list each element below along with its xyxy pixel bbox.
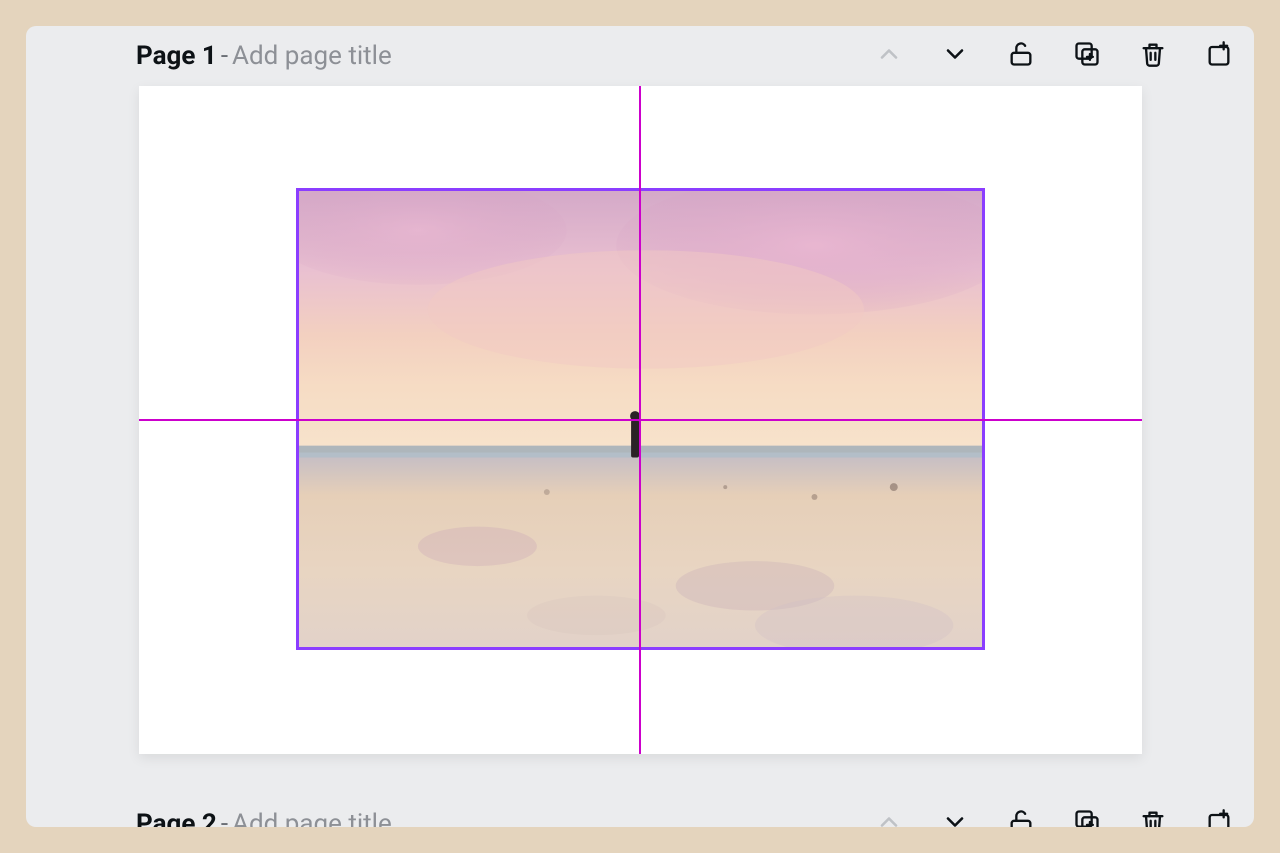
duplicate-page-button[interactable] (1070, 39, 1104, 73)
app-window: Page 1 - Add page title (26, 26, 1254, 827)
canvas-page-1[interactable] (139, 86, 1142, 754)
duplicate-icon (1073, 40, 1101, 72)
duplicate-icon (1073, 808, 1101, 827)
delete-page-button[interactable] (1136, 807, 1170, 827)
chevron-down-icon (941, 808, 969, 827)
page-title-separator: - (221, 41, 228, 71)
trash-icon (1139, 40, 1167, 72)
page-actions (872, 39, 1236, 73)
page-number-label: Page 2 (136, 809, 217, 827)
next-page-button[interactable] (938, 39, 972, 73)
unlock-icon (1007, 808, 1035, 827)
delete-page-button[interactable] (1136, 39, 1170, 73)
page-actions (872, 807, 1236, 827)
prev-page-button[interactable] (872, 39, 906, 73)
page-title-placeholder: Add page title (232, 41, 392, 71)
chevron-down-icon (941, 40, 969, 72)
lock-button[interactable] (1004, 807, 1038, 827)
add-page-icon (1205, 40, 1233, 72)
add-page-icon (1205, 808, 1233, 827)
page-header-2: Page 2 - Add page title (26, 794, 1254, 827)
next-page-button[interactable] (938, 807, 972, 827)
add-page-button[interactable] (1202, 39, 1236, 73)
vertical-alignment-guide (639, 86, 641, 754)
chevron-up-icon (875, 40, 903, 72)
page-header-1: Page 1 - Add page title (26, 26, 1254, 86)
unlock-icon (1007, 40, 1035, 72)
lock-button[interactable] (1004, 39, 1038, 73)
prev-page-button[interactable] (872, 807, 906, 827)
chevron-up-icon (875, 808, 903, 827)
page-title-separator: - (221, 809, 228, 827)
trash-icon (1139, 808, 1167, 827)
page-block-1: Page 1 - Add page title (26, 26, 1254, 774)
add-page-button[interactable] (1202, 807, 1236, 827)
page-title-group[interactable]: Page 2 - Add page title (136, 809, 392, 827)
page-title-placeholder: Add page title (232, 809, 392, 827)
page-title-group[interactable]: Page 1 - Add page title (136, 41, 392, 71)
outer-frame: Page 1 - Add page title (0, 0, 1280, 853)
duplicate-page-button[interactable] (1070, 807, 1104, 827)
page-number-label: Page 1 (136, 41, 217, 71)
